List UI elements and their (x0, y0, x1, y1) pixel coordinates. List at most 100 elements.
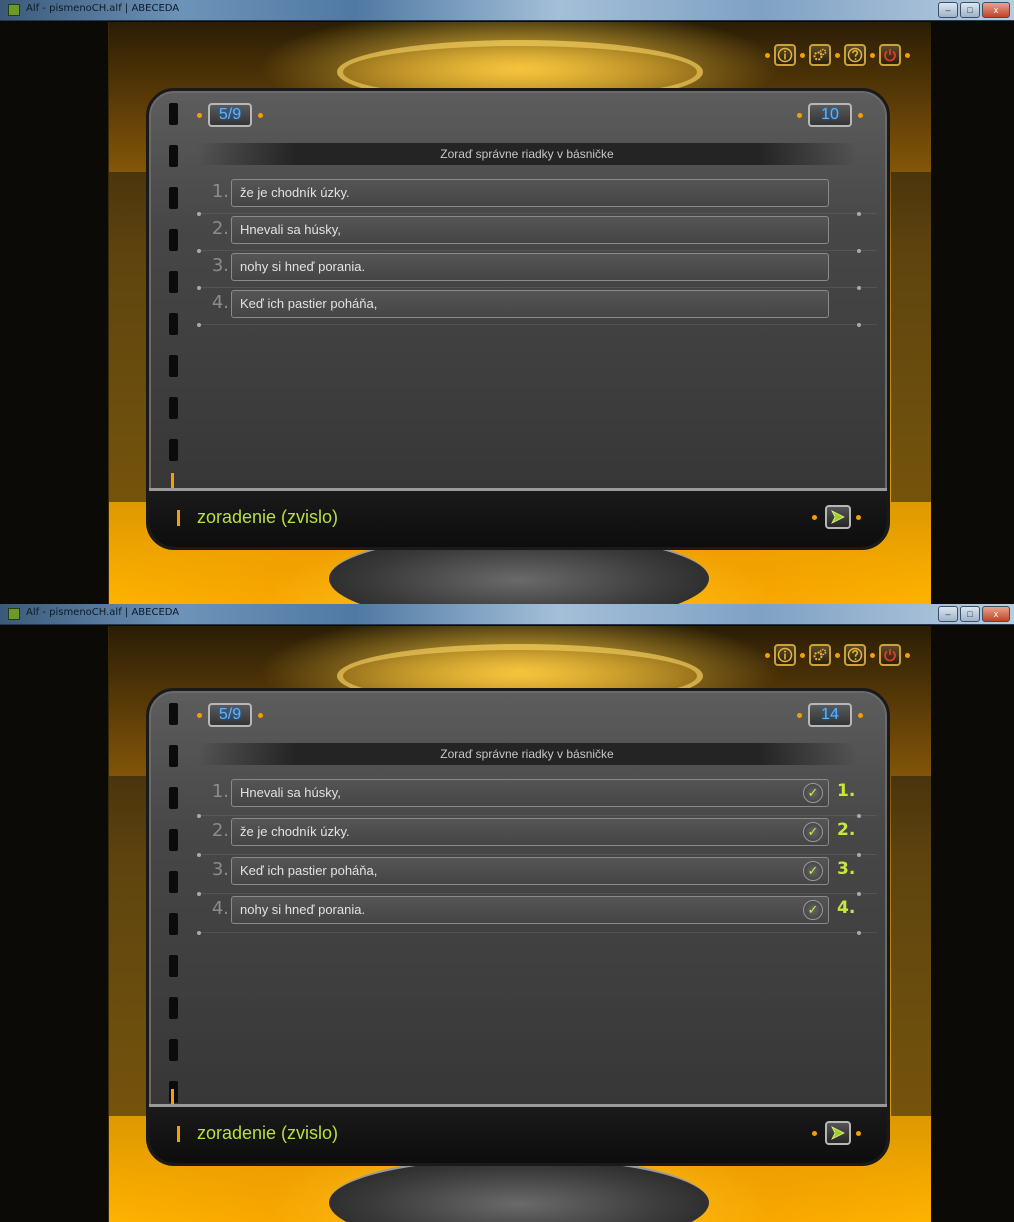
counter-dot (258, 112, 263, 118)
toolbar-dot (835, 652, 840, 658)
counter-dot (797, 112, 802, 118)
row-number: 3. (211, 859, 229, 880)
answer-list: 1. Hnevali sa húsky, ✓ 1. 2. že je chodn… (197, 777, 877, 935)
row-number: 3. (211, 255, 229, 276)
check-icon: ✓ (803, 822, 823, 842)
row-number: 1. (211, 181, 229, 202)
settings-gears-icon (813, 648, 827, 661)
panel-footer: zoradenie (zvislo) (149, 488, 887, 547)
toolbar-dot (765, 652, 770, 658)
toolbar-dot (870, 652, 875, 658)
list-item: 3. nohy si hneď porania. (197, 251, 877, 290)
list-item: 2. Hnevali sa húsky, (197, 214, 877, 253)
footer-dot (812, 515, 817, 520)
background-pillar (891, 172, 931, 502)
draggable-line[interactable]: nohy si hneď porania. (231, 253, 829, 281)
toolbar-dot (905, 652, 910, 658)
power-icon (884, 49, 896, 62)
draggable-line[interactable]: Keď ich pastier poháňa, (231, 857, 829, 885)
toolbar-dot (800, 652, 805, 658)
app-icon (8, 4, 20, 16)
instruction-text: Zoraď správne riadky v básničke (197, 143, 857, 165)
screenshot-before: Alf - pismenoCH.alf | ABECEDA – □ x 5/9 … (0, 0, 1014, 604)
window-title: Alf - pismenoCH.alf | ABECEDA (26, 3, 180, 14)
counter-dot (197, 112, 202, 118)
task-type-label: zoradenie (zvislo) (197, 1123, 339, 1143)
maximize-button[interactable]: □ (960, 606, 980, 622)
next-button[interactable] (825, 1121, 851, 1145)
maximize-button[interactable]: □ (960, 2, 980, 18)
settings-button[interactable] (809, 644, 831, 666)
draggable-line[interactable]: Hnevali sa húsky, (231, 216, 829, 244)
background-pillar (109, 172, 149, 502)
draggable-line[interactable]: Hnevali sa húsky, (231, 779, 829, 807)
power-icon (884, 649, 896, 662)
row-dot (197, 931, 201, 935)
window-titlebar[interactable]: Alf - pismenoCH.alf | ABECEDA – □ x (0, 0, 1014, 21)
task-type-label: zoradenie (zvislo) (197, 507, 339, 527)
progress-counter: 5/9 (197, 703, 263, 727)
row-number: 1. (211, 781, 229, 802)
info-icon (777, 47, 793, 63)
score-counter: 14 (797, 703, 863, 727)
score-counter: 10 (797, 103, 863, 127)
help-button[interactable] (844, 44, 866, 66)
row-number: 4. (211, 898, 229, 919)
notebook-binding (169, 103, 179, 483)
row-number: 4. (211, 292, 229, 313)
correct-order-number: 3. (837, 859, 856, 879)
progress-value: 5/9 (208, 703, 252, 727)
exit-button[interactable] (879, 44, 901, 66)
row-dot (857, 931, 861, 935)
info-button[interactable] (774, 44, 796, 66)
settings-button[interactable] (809, 44, 831, 66)
row-dot (857, 323, 861, 327)
window-title: Alf - pismenoCH.alf | ABECEDA (26, 607, 180, 618)
check-icon: ✓ (803, 900, 823, 920)
draggable-line[interactable]: nohy si hneď porania. (231, 896, 829, 924)
draggable-line[interactable]: že je chodník úzky. (231, 179, 829, 207)
help-button[interactable] (844, 644, 866, 666)
toolbar-dot (905, 52, 910, 58)
toolbar-dot (870, 52, 875, 58)
help-icon (847, 47, 863, 63)
draggable-line[interactable]: že je chodník úzky. (231, 818, 829, 846)
top-toolbar (765, 644, 910, 666)
info-icon (777, 647, 793, 663)
footer-accent (177, 510, 180, 526)
list-item: 1. Hnevali sa húsky, ✓ 1. (197, 777, 877, 818)
exercise-panel: 5/9 10 Zoraď správne riadky v básničke 1… (146, 88, 890, 550)
correct-order-number: 1. (837, 781, 856, 801)
check-icon: ✓ (803, 783, 823, 803)
next-button[interactable] (825, 505, 851, 529)
footer-dot (856, 1131, 861, 1136)
list-item: 4. Keď ich pastier poháňa, (197, 288, 877, 327)
list-item: 3. Keď ich pastier poháňa, ✓ 3. (197, 855, 877, 896)
counter-dot (197, 712, 202, 718)
score-value: 10 (808, 103, 852, 127)
background-pillar (891, 776, 931, 1116)
window-titlebar[interactable]: Alf - pismenoCH.alf | ABECEDA – □ x (0, 604, 1014, 625)
arrow-right-icon (831, 1126, 845, 1140)
minimize-button[interactable]: – (938, 606, 958, 622)
instruction-text: Zoraď správne riadky v básničke (197, 743, 857, 765)
help-icon (847, 647, 863, 663)
counter-dot (858, 112, 863, 118)
exit-button[interactable] (879, 644, 901, 666)
draggable-line[interactable]: Keď ich pastier poháňa, (231, 290, 829, 318)
info-button[interactable] (774, 644, 796, 666)
close-button[interactable]: x (982, 2, 1010, 18)
minimize-button[interactable]: – (938, 2, 958, 18)
row-number: 2. (211, 218, 229, 239)
top-toolbar (765, 44, 910, 66)
footer-dot (812, 1131, 817, 1136)
footer-dot (856, 515, 861, 520)
counter-dot (858, 712, 863, 718)
row-dot (197, 323, 201, 327)
score-value: 14 (808, 703, 852, 727)
progress-counter: 5/9 (197, 103, 263, 127)
close-button[interactable]: x (982, 606, 1010, 622)
footer-accent (177, 1126, 180, 1142)
correct-order-number: 2. (837, 820, 856, 840)
counter-dot (258, 712, 263, 718)
